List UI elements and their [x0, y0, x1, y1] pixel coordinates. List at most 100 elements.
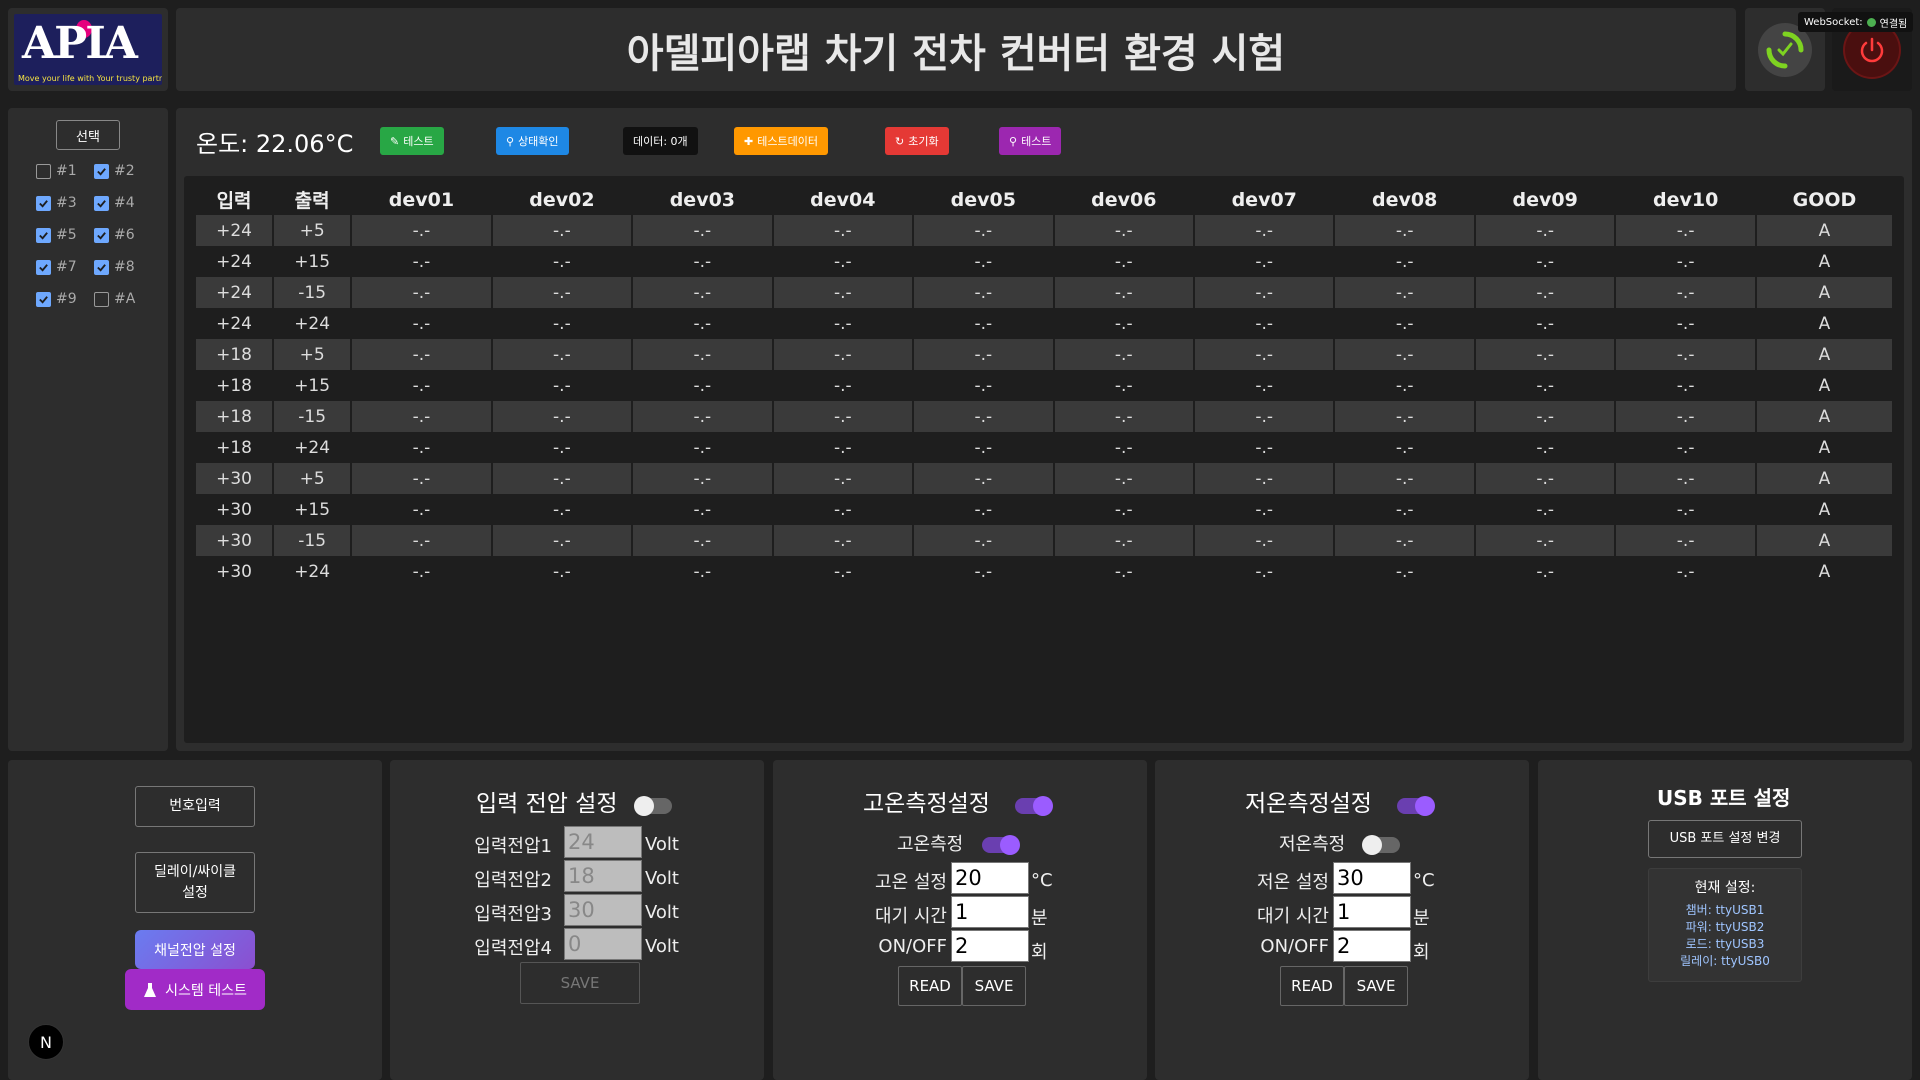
- high-temp-onoff-unit: 회: [1031, 942, 1048, 963]
- column-header: 출력: [294, 190, 330, 212]
- channel-item[interactable]: #6: [94, 224, 152, 246]
- checked-checkbox-icon[interactable]: [36, 227, 51, 243]
- high-temp-read-button[interactable]: READ: [898, 966, 962, 1006]
- checked-checkbox-icon[interactable]: [94, 259, 109, 275]
- channel-voltage-button[interactable]: 채널전압 설정: [135, 930, 255, 969]
- channel-item[interactable]: #3: [36, 192, 94, 214]
- toolbar: 온도: 22.06°C: [196, 126, 393, 158]
- low-temp-setting-label: 저온 설정: [1257, 872, 1329, 893]
- table-cell: -.-: [1616, 339, 1755, 370]
- low-temp-onoff-field[interactable]: [1333, 930, 1411, 962]
- low-temp-read-button[interactable]: READ: [1280, 966, 1344, 1006]
- checked-checkbox-icon[interactable]: [94, 227, 109, 243]
- table-cell: +15: [274, 370, 351, 401]
- table-cell: -.-: [1335, 370, 1474, 401]
- select-button[interactable]: 선택: [56, 120, 120, 150]
- high-temp-measure-toggle[interactable]: [982, 835, 1020, 855]
- low-temp-save-button[interactable]: SAVE: [1344, 966, 1408, 1006]
- test-search-button[interactable]: ⚲ 테스트: [999, 127, 1062, 155]
- test-data-button[interactable]: ✚ 테스트데이터: [734, 127, 828, 155]
- number-input-button[interactable]: 번호입력: [135, 786, 255, 827]
- table-cell: +24: [274, 556, 351, 587]
- channel-item[interactable]: #A: [94, 288, 152, 310]
- checked-checkbox-icon[interactable]: [36, 259, 51, 275]
- input-voltage-panel: 입력 전압 설정 입력전압1 Volt 입력전압2 Volt 입력전압3 Vol…: [390, 760, 764, 1080]
- test-search-label: 테스트: [1021, 135, 1052, 148]
- high-temp-onoff-field[interactable]: [951, 930, 1029, 962]
- table-cell: -.-: [1475, 215, 1615, 246]
- channel-item[interactable]: #4: [94, 192, 152, 214]
- usb-change-button[interactable]: USB 포트 설정 변경: [1648, 820, 1802, 858]
- input-voltage-4-unit: Volt: [645, 936, 679, 957]
- table-cell: +5: [274, 215, 351, 246]
- table-row: +18 +5 -.- -.- -.- -.- -.- -.- -.- -.- -.- -.- A: [196, 339, 1892, 370]
- table-cell: -.-: [352, 556, 491, 587]
- nav-badge[interactable]: N: [28, 1024, 64, 1060]
- high-temp-wait-field[interactable]: [951, 896, 1029, 928]
- channel-item[interactable]: #8: [94, 256, 152, 278]
- websocket-status-text: 연결됨: [1879, 18, 1908, 30]
- table-row: +18 -15 -.- -.- -.- -.- -.- -.- -.- -.- -.- -.- A: [196, 401, 1892, 432]
- checked-checkbox-icon[interactable]: [94, 163, 109, 179]
- system-test-button[interactable]: 시스템 테스트: [125, 969, 265, 1010]
- table-cell: -.-: [1195, 494, 1334, 525]
- high-temp-toggle[interactable]: [1015, 796, 1053, 816]
- table-cell: -.-: [1616, 432, 1755, 463]
- channel-label: #1: [56, 163, 77, 179]
- channel-item[interactable]: #9: [36, 288, 94, 310]
- table-cell: -.-: [1054, 277, 1193, 308]
- unchecked-checkbox-icon[interactable]: [36, 163, 51, 179]
- table-cell: -.-: [914, 463, 1053, 494]
- table-cell: -.-: [1054, 370, 1193, 401]
- input-voltage-3-field[interactable]: [564, 894, 642, 926]
- table-cell: -.-: [914, 494, 1053, 525]
- table-cell: -.-: [773, 401, 913, 432]
- table-cell: -.-: [1616, 494, 1755, 525]
- channel-item[interactable]: #1: [36, 160, 94, 182]
- table-cell: -15: [274, 277, 351, 308]
- usb-port-panel: USB 포트 설정 USB 포트 설정 변경 현재 설정: 챔버: ttyUSB…: [1538, 760, 1912, 1080]
- high-temp-save-button[interactable]: SAVE: [962, 966, 1026, 1006]
- table-cell: -.-: [1054, 215, 1193, 246]
- channel-item[interactable]: #7: [36, 256, 94, 278]
- table-cell: -.-: [492, 494, 632, 525]
- input-voltage-1-field[interactable]: [564, 826, 642, 858]
- column-header: dev03: [669, 188, 736, 211]
- input-voltage-4-field[interactable]: [564, 928, 642, 960]
- column-header: dev10: [1652, 188, 1719, 211]
- input-voltage-save-button[interactable]: SAVE: [520, 962, 640, 1004]
- low-temp-wait-field[interactable]: [1333, 896, 1411, 928]
- test-button[interactable]: ✎ 테스트: [380, 127, 444, 155]
- checked-checkbox-icon[interactable]: [36, 291, 51, 307]
- input-voltage-2-field[interactable]: [564, 860, 642, 892]
- channel-item[interactable]: #2: [94, 160, 152, 182]
- input-voltage-toggle[interactable]: [634, 796, 672, 816]
- plus-icon: ✚: [744, 134, 754, 148]
- table-cell: +30: [196, 525, 273, 556]
- search-icon: ⚲: [1009, 134, 1018, 148]
- status-check-button[interactable]: ⚲ 상태확인: [496, 127, 569, 155]
- main-panel: 온도: 22.06°C ✎ 테스트 ⚲ 상태확인 데이터: 0개 ✚ 테스트데이터 ↻…: [176, 108, 1912, 751]
- logo-image: APIA Move your life with Your trusty par…: [14, 14, 162, 85]
- low-temp-measure-toggle[interactable]: [1362, 835, 1400, 855]
- low-temp-title: 저온측정설정: [1245, 791, 1372, 817]
- reset-button[interactable]: ↻ 초기화: [885, 127, 949, 155]
- checked-checkbox-icon[interactable]: [94, 195, 109, 211]
- low-temp-toggle[interactable]: [1397, 796, 1435, 816]
- unchecked-checkbox-icon[interactable]: [94, 291, 109, 307]
- checked-checkbox-icon[interactable]: [36, 195, 51, 211]
- high-temp-setting-field[interactable]: [951, 862, 1029, 894]
- delay-cycle-button[interactable]: 딜레이/싸이클 설정: [135, 852, 255, 913]
- low-temp-setting-field[interactable]: [1333, 862, 1411, 894]
- table-cell: -.-: [352, 277, 491, 308]
- table-cell: -.-: [633, 463, 772, 494]
- channel-item[interactable]: #5: [36, 224, 94, 246]
- table-cell: -.-: [1616, 215, 1755, 246]
- table-cell: -.-: [492, 246, 632, 277]
- table-cell: -.-: [1054, 525, 1193, 556]
- table-cell: -.-: [1475, 432, 1615, 463]
- data-count-label: 데이터: 0개: [633, 135, 688, 148]
- table-cell: A: [1756, 525, 1892, 556]
- channel-checkbox-grid: #1 #2 #3 #4 #5 #6 #7 #8 #9 #A: [36, 160, 152, 310]
- table-cell: -.-: [492, 277, 632, 308]
